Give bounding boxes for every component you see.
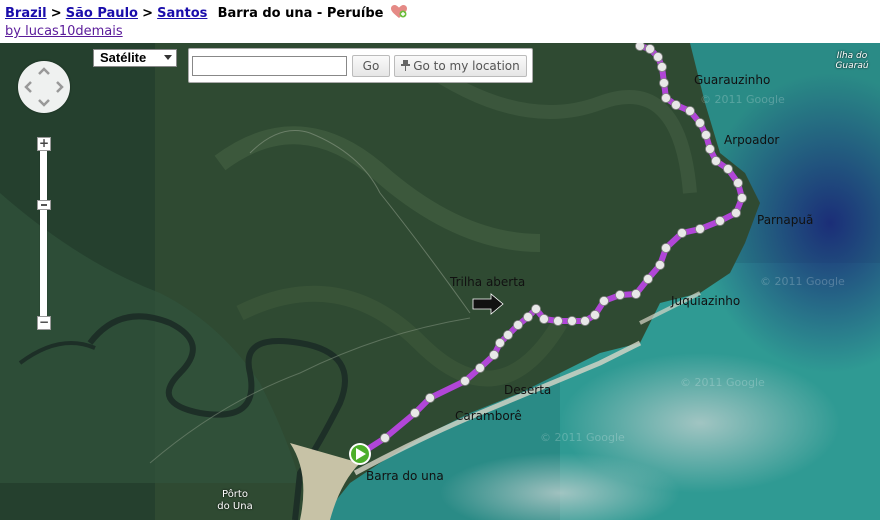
place-label: Guarauzinho <box>694 73 771 87</box>
waypoint-marker[interactable] <box>425 393 435 403</box>
waypoint-marker[interactable] <box>380 433 390 443</box>
waypoint-marker[interactable] <box>645 44 655 54</box>
page-header: Brazil > São Paulo > Santos Barra do una… <box>5 5 875 41</box>
waypoint-marker[interactable] <box>653 52 663 62</box>
zoom-slider-track[interactable] <box>40 143 47 325</box>
heart-plus-icon[interactable] <box>390 5 407 19</box>
breadcrumb-brazil[interactable]: Brazil <box>5 6 47 21</box>
waypoint-marker[interactable] <box>661 243 671 253</box>
go-button[interactable]: Go <box>352 55 390 77</box>
place-label: Pôrto do Una <box>217 489 253 512</box>
zoom-out-button[interactable]: − <box>37 316 51 330</box>
waypoint-marker[interactable] <box>737 193 747 203</box>
waypoint-marker[interactable] <box>460 376 470 386</box>
chevron-down-icon <box>164 55 172 60</box>
place-label: Parnapuã <box>757 213 814 227</box>
search-input[interactable] <box>192 56 347 76</box>
pan-control[interactable] <box>18 61 70 113</box>
waypoint-marker[interactable] <box>723 164 733 174</box>
place-label: Ilha do Guaraú <box>835 51 869 71</box>
zoom-in-button[interactable]: + <box>37 137 51 151</box>
waypoint-marker[interactable] <box>599 296 609 306</box>
waypoint-marker[interactable] <box>661 93 671 103</box>
waypoint-marker[interactable] <box>489 350 499 360</box>
waypoint-marker[interactable] <box>657 62 667 72</box>
waypoint-marker[interactable] <box>695 118 705 128</box>
place-label: Deserta <box>504 383 552 397</box>
waypoint-marker[interactable] <box>655 260 665 270</box>
map-watermark: © 2011 Google <box>540 431 625 444</box>
waypoint-marker[interactable] <box>523 312 533 322</box>
waypoint-marker[interactable] <box>643 274 653 284</box>
pan-arrows-icon <box>24 67 64 107</box>
place-label: Juquiazinho <box>671 294 741 308</box>
waypoint-marker[interactable] <box>475 363 485 373</box>
waypoint-marker[interactable] <box>685 106 695 116</box>
waypoint-marker[interactable] <box>495 338 505 348</box>
zoom-slider-handle[interactable] <box>37 200 51 210</box>
breadcrumb: Brazil > São Paulo > Santos Barra do una… <box>5 5 875 21</box>
waypoint-marker[interactable] <box>733 178 743 188</box>
waypoint-marker[interactable] <box>671 100 681 110</box>
go-to-my-location-button[interactable]: Go to my location <box>394 55 527 77</box>
satellite-map[interactable]: © 2011 Google © 2011 Google © 2011 Googl… <box>0 43 880 520</box>
place-label: Barra do una <box>366 469 444 483</box>
place-label: Arpoador <box>724 133 780 147</box>
waypoint-marker[interactable] <box>659 78 669 88</box>
waypoint-marker[interactable] <box>553 316 563 326</box>
map-type-value: Satélite <box>100 50 147 65</box>
waypoint-marker[interactable] <box>513 320 523 330</box>
search-panel: Go Go to my location <box>188 48 533 83</box>
waypoint-marker[interactable] <box>677 228 687 238</box>
pin-icon <box>401 57 411 71</box>
waypoint-marker[interactable] <box>503 330 513 340</box>
map-watermark: © 2011 Google <box>760 275 845 288</box>
waypoint-marker[interactable] <box>590 310 600 320</box>
breadcrumb-separator: > <box>50 6 62 21</box>
waypoint-marker[interactable] <box>711 156 721 166</box>
waypoint-marker[interactable] <box>580 316 590 326</box>
waypoint-marker[interactable] <box>410 408 420 418</box>
waypoint-marker[interactable] <box>731 208 741 218</box>
map-watermark: © 2011 Google <box>680 376 765 389</box>
waypoint-marker[interactable] <box>615 290 625 300</box>
page-title: Barra do una - Peruíbe <box>217 6 384 21</box>
breadcrumb-separator: > <box>142 6 153 21</box>
place-label: Caramborê <box>455 409 522 423</box>
map-watermark: © 2011 Google <box>700 93 785 106</box>
waypoint-marker[interactable] <box>631 289 641 299</box>
waypoint-marker[interactable] <box>705 144 715 154</box>
breadcrumb-santos[interactable]: Santos <box>157 6 207 21</box>
go-to-my-location-label: Go to my location <box>413 59 520 73</box>
place-label: Trilha aberta <box>450 275 526 289</box>
start-marker-icon[interactable] <box>349 443 371 465</box>
waypoint-marker[interactable] <box>531 304 541 314</box>
waypoint-marker[interactable] <box>701 130 711 140</box>
map-type-select[interactable]: Satélite <box>93 49 177 67</box>
waypoint-marker[interactable] <box>635 43 645 51</box>
waypoint-marker[interactable] <box>695 224 705 234</box>
waypoint-marker[interactable] <box>715 216 725 226</box>
waypoint-marker[interactable] <box>567 316 577 326</box>
breadcrumb-sao-paulo[interactable]: São Paulo <box>66 6 138 21</box>
waypoint-marker[interactable] <box>539 314 549 324</box>
map-imagery <box>0 43 880 520</box>
author-link[interactable]: by lucas10demais <box>5 24 875 39</box>
